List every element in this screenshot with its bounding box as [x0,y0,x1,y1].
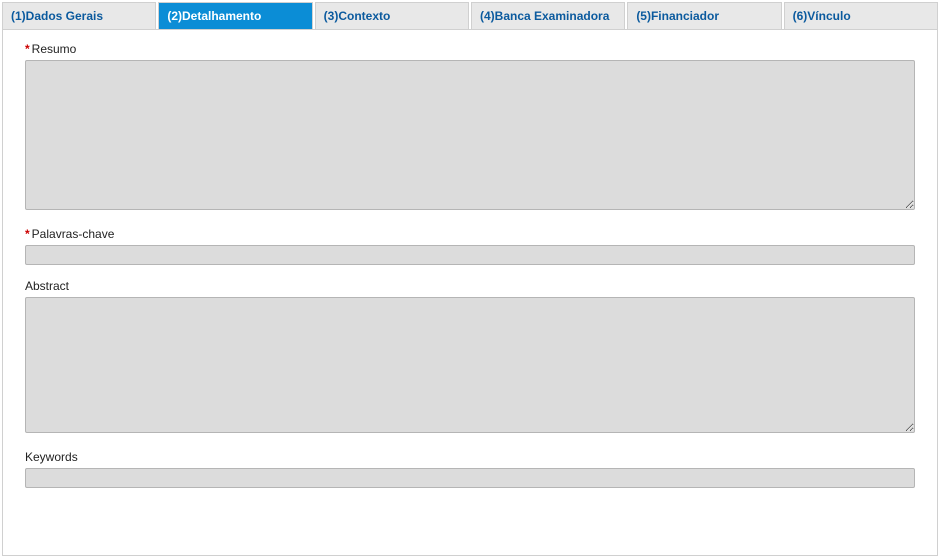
tab-contexto[interactable]: (3)Contexto [315,2,469,29]
tab-vinculo[interactable]: (6)Vínculo [784,2,938,29]
input-palavras-chave[interactable] [25,245,915,265]
label-palavras-chave: *Palavras-chave [25,227,915,241]
label-text-resumo: Resumo [32,42,77,56]
input-resumo[interactable] [25,60,915,210]
field-group-abstract: Abstract [25,279,915,436]
input-abstract[interactable] [25,297,915,433]
tab-banca-examinadora[interactable]: (4)Banca Examinadora [471,2,625,29]
tabs-bar: (1)Dados Gerais (2)Detalhamento (3)Conte… [0,0,940,29]
label-text-palavras-chave: Palavras-chave [32,227,115,241]
tab-detalhamento[interactable]: (2)Detalhamento [158,2,312,29]
label-resumo: *Resumo [25,42,915,56]
input-keywords[interactable] [25,468,915,488]
required-mark-icon: * [25,42,30,56]
tab-financiador[interactable]: (5)Financiador [627,2,781,29]
label-keywords: Keywords [25,450,915,464]
label-text-keywords: Keywords [25,450,78,464]
form-panel: *Resumo *Palavras-chave Abstract Keyword… [2,29,938,556]
label-abstract: Abstract [25,279,915,293]
tab-dados-gerais[interactable]: (1)Dados Gerais [2,2,156,29]
field-group-resumo: *Resumo [25,42,915,213]
field-group-palavras-chave: *Palavras-chave [25,227,915,265]
label-text-abstract: Abstract [25,279,69,293]
required-mark-icon: * [25,227,30,241]
field-group-keywords: Keywords [25,450,915,488]
